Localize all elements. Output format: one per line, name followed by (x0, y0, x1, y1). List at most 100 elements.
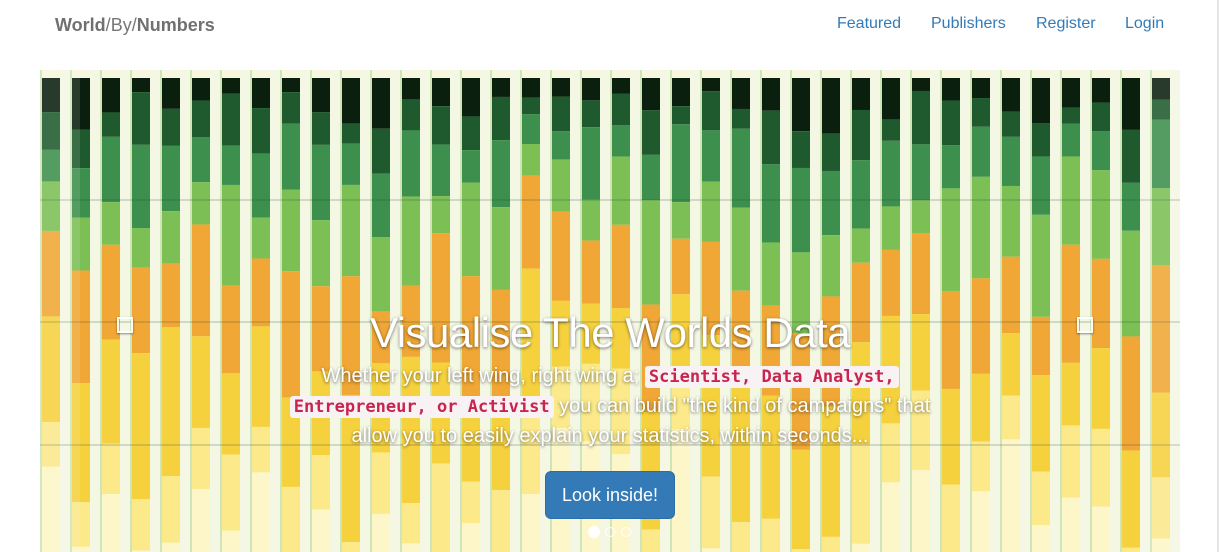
bar-segment (282, 189, 300, 272)
bar-segment (672, 202, 690, 239)
bar-segment (492, 207, 510, 290)
bar-segment (582, 127, 600, 200)
nav-link-publishers[interactable]: Publishers (931, 15, 1006, 33)
carousel-indicator-1[interactable] (588, 526, 600, 538)
bar-segment (672, 124, 690, 203)
bar-segment (492, 70, 510, 78)
bar-segment (102, 202, 120, 245)
bar-segment (342, 542, 360, 552)
bar-segment (402, 130, 420, 197)
bar-segment (702, 70, 720, 78)
bar-segment (1002, 111, 1020, 137)
bar-segment (102, 70, 120, 78)
bar-segment (822, 78, 840, 134)
bar-segment (1122, 182, 1140, 231)
nav-link-featured[interactable]: Featured (837, 15, 901, 33)
bar-segment (852, 543, 870, 552)
bar-segment (732, 522, 750, 552)
bar-segment (132, 78, 150, 93)
bar-segment (402, 543, 420, 552)
bar-segment (822, 70, 840, 78)
bar-segment (1092, 102, 1110, 132)
bar-segment (672, 78, 690, 107)
bar-segment (642, 154, 660, 201)
navbar: World/By/Numbers Featured Publishers Reg… (0, 0, 1220, 52)
bar-segment (942, 78, 960, 101)
bar-segment (342, 184, 360, 277)
bar-segment (942, 145, 960, 189)
bar-segment (1092, 70, 1110, 78)
bar-segment (852, 228, 870, 263)
bar-segment (222, 78, 240, 94)
bar-segment (342, 123, 360, 144)
bar-segment (972, 176, 990, 279)
bar-segment (882, 140, 900, 207)
bar-segment (762, 518, 780, 552)
bar-segment (732, 128, 750, 208)
hero-carousel: Visualise The Worlds Data Whether your l… (40, 70, 1180, 552)
bar-segment (972, 98, 990, 127)
bar-segment (372, 78, 390, 129)
bar-segment (1032, 123, 1050, 157)
bar-segment (432, 144, 450, 197)
bar-segment (462, 150, 480, 183)
bar-segment (282, 123, 300, 190)
bar-segment (882, 70, 900, 78)
nav-link-login[interactable]: Login (1125, 15, 1164, 33)
bar-segment (672, 238, 690, 295)
bar-segment (912, 78, 930, 91)
bar-segment (732, 78, 750, 109)
bar-segment (252, 108, 270, 154)
bar-segment (702, 130, 720, 182)
bar-segment (1032, 156, 1050, 215)
bar-segment (132, 70, 150, 78)
bar-segment (162, 70, 180, 78)
bar-segment (342, 70, 360, 78)
bar-segment (222, 93, 240, 146)
bar-segment (612, 78, 630, 94)
bar-segment (402, 70, 420, 78)
bar-segment (222, 530, 240, 552)
bar-segment (762, 70, 780, 78)
carousel-indicator-3[interactable] (621, 527, 631, 537)
carousel-caption: Visualise The Worlds Data Whether your l… (40, 308, 1180, 519)
bar-segment (552, 78, 570, 97)
bar-segment (1062, 107, 1080, 124)
bar-segment (462, 78, 480, 117)
bar-segment (192, 137, 210, 183)
bar-segment (132, 92, 150, 145)
bar-segment (852, 70, 870, 78)
bar-segment (192, 70, 210, 78)
bar-segment (1092, 170, 1110, 259)
bar-segment (492, 140, 510, 208)
bar-segment (222, 145, 240, 185)
bar-segment (552, 70, 570, 78)
bar-segment (1032, 70, 1050, 78)
bar-segment (372, 70, 390, 78)
bar-segment (582, 240, 600, 304)
bar-segment (762, 110, 780, 165)
bar-segment (1002, 78, 1020, 112)
bar-segment (702, 181, 720, 242)
bar-segment (852, 78, 870, 110)
bar-segment (612, 125, 630, 157)
bar-segment (282, 78, 300, 93)
bar-segment (882, 78, 900, 120)
bar-segment (342, 78, 360, 124)
bar-segment (432, 106, 450, 145)
look-inside-button[interactable]: Look inside! (544, 471, 676, 519)
bar-segment (912, 233, 930, 315)
bar-segment (312, 144, 330, 221)
bar-segment (522, 143, 540, 176)
bar-segment (402, 99, 420, 131)
bar-segment (252, 153, 270, 218)
bar-segment (942, 100, 960, 146)
bar-segment (582, 70, 600, 78)
bar-segment (312, 220, 330, 287)
bar-segment (732, 108, 750, 129)
bar-segment (642, 110, 660, 155)
bar-segment (612, 224, 630, 308)
nav-link-register[interactable]: Register (1036, 15, 1096, 33)
bar-segment (522, 114, 540, 144)
carousel-indicator-2[interactable] (605, 527, 615, 537)
